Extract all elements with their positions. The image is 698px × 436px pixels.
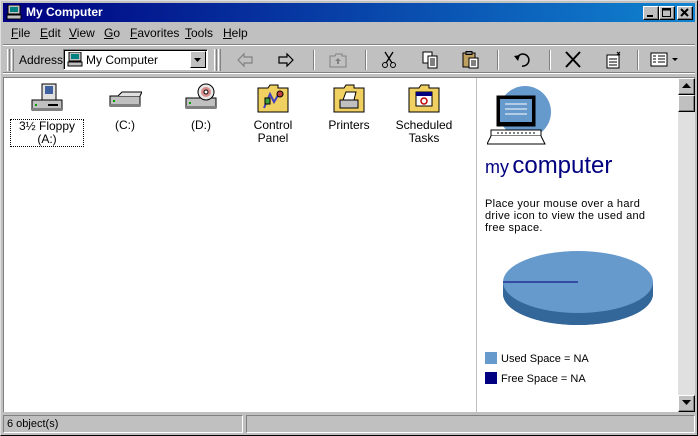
- menu-help[interactable]: Help: [223, 26, 248, 40]
- scheduled-tasks-item[interactable]: Scheduled Tasks: [387, 82, 461, 145]
- title-bar[interactable]: My Computer: [3, 3, 695, 22]
- properties-button[interactable]: [601, 49, 627, 71]
- disk-usage-pie: [501, 250, 655, 333]
- toolbar-grip[interactable]: [7, 49, 10, 71]
- arrow-up-icon: [682, 83, 691, 88]
- menu-favorites[interactable]: Favorites: [130, 26, 179, 40]
- printers-item[interactable]: Printers: [312, 82, 386, 132]
- free-space-swatch: [485, 372, 497, 384]
- drive-c-item[interactable]: (C:): [88, 82, 162, 132]
- toolbar-separator: [549, 50, 551, 70]
- control-panel-item[interactable]: Control Panel: [236, 82, 310, 145]
- arrow-down-icon: [682, 400, 691, 405]
- item-label: Printers: [328, 118, 370, 132]
- info-description: Place your mouse over a hard drive icon …: [485, 198, 646, 234]
- item-label: Scheduled Tasks: [395, 118, 453, 145]
- cut-button[interactable]: [376, 49, 402, 71]
- scroll-thumb[interactable]: [678, 95, 695, 112]
- legend-free: Free Space = NA: [485, 372, 586, 385]
- icon-view[interactable]: 3½ Floppy (A:) (C:) (D:) Control Panel P…: [4, 78, 475, 412]
- views-button[interactable]: [646, 49, 684, 71]
- item-label: Control Panel: [253, 118, 293, 145]
- toolbar-grip[interactable]: [11, 49, 14, 71]
- back-button[interactable]: [232, 49, 258, 71]
- my-computer-icon: [67, 51, 83, 70]
- address-dropdown-button[interactable]: [190, 51, 206, 68]
- item-label: 3½ Floppy (A:): [10, 119, 84, 147]
- menu-go[interactable]: Go: [104, 26, 120, 40]
- paste-button[interactable]: [458, 49, 484, 71]
- cd-drive-icon: [184, 82, 218, 116]
- status-object-count: 6 object(s): [3, 415, 243, 433]
- toolbar-grip[interactable]: [218, 49, 221, 71]
- menu-file[interactable]: File: [11, 26, 30, 40]
- scroll-down-button[interactable]: [678, 395, 695, 412]
- control-panel-icon: [256, 82, 290, 116]
- my-computer-window: My Computer File Edit View Go Favorites …: [0, 0, 698, 436]
- chevron-down-icon: [194, 58, 201, 62]
- delete-button[interactable]: [560, 49, 586, 71]
- item-label: (D:): [191, 118, 211, 132]
- legend-used: Used Space = NA: [485, 352, 589, 365]
- paste-icon: [462, 51, 479, 69]
- forward-button[interactable]: [273, 49, 299, 71]
- toolbar: Address My Computer: [3, 44, 695, 74]
- toolbar-separator: [365, 50, 367, 70]
- maximize-button[interactable]: [659, 6, 675, 20]
- back-icon: [237, 52, 253, 68]
- address-label: Address: [19, 53, 64, 67]
- close-button[interactable]: [677, 6, 693, 20]
- toolbar-band: Address My Computer: [3, 45, 695, 73]
- cut-icon: [382, 51, 396, 68]
- minimize-button[interactable]: [643, 6, 659, 20]
- copy-icon: [422, 51, 438, 69]
- vertical-scrollbar[interactable]: [678, 78, 695, 412]
- undo-icon: [514, 53, 530, 67]
- up-folder-icon: [329, 53, 347, 68]
- copy-button[interactable]: [417, 49, 443, 71]
- forward-icon: [278, 52, 294, 68]
- item-label: (C:): [115, 118, 135, 132]
- maximize-icon: [662, 8, 671, 17]
- address-field[interactable]: My Computer: [63, 49, 208, 70]
- delete-icon: [565, 51, 581, 68]
- toolbar-grip[interactable]: [214, 49, 217, 71]
- my-computer-icon: [6, 4, 22, 20]
- up-button[interactable]: [325, 49, 351, 71]
- menu-tools[interactable]: Tools: [185, 26, 213, 40]
- info-title: my computer: [485, 152, 613, 179]
- minimize-icon: [647, 15, 653, 17]
- status-bar: 6 object(s): [3, 414, 695, 434]
- properties-icon: [606, 51, 621, 69]
- status-panel: [246, 415, 695, 433]
- floppy-drive-icon: [30, 82, 64, 116]
- drive-d-item[interactable]: (D:): [164, 82, 238, 132]
- used-space-swatch: [485, 352, 497, 364]
- drive-a-item[interactable]: 3½ Floppy (A:): [10, 82, 84, 147]
- toolbar-separator: [637, 50, 639, 70]
- toolbar-separator: [313, 50, 315, 70]
- address-value: My Computer: [86, 53, 159, 67]
- close-icon: [680, 8, 689, 17]
- menu-edit[interactable]: Edit: [40, 26, 61, 40]
- info-pane: my computer Place your mouse over a hard…: [476, 78, 676, 412]
- menu-bar: File Edit View Go Favorites Tools Help: [3, 23, 695, 43]
- content-area: 3½ Floppy (A:) (C:) (D:) Control Panel P…: [3, 77, 695, 412]
- menu-view[interactable]: View: [69, 26, 95, 40]
- views-icon: [650, 52, 678, 67]
- printers-icon: [332, 82, 366, 116]
- scroll-up-button[interactable]: [678, 78, 695, 95]
- computer-graphic: [486, 84, 557, 151]
- scheduled-tasks-icon: [407, 82, 441, 116]
- window-title: My Computer: [26, 5, 103, 19]
- undo-button[interactable]: [509, 49, 535, 71]
- toolbar-separator: [497, 50, 499, 70]
- hard-drive-icon: [108, 82, 143, 116]
